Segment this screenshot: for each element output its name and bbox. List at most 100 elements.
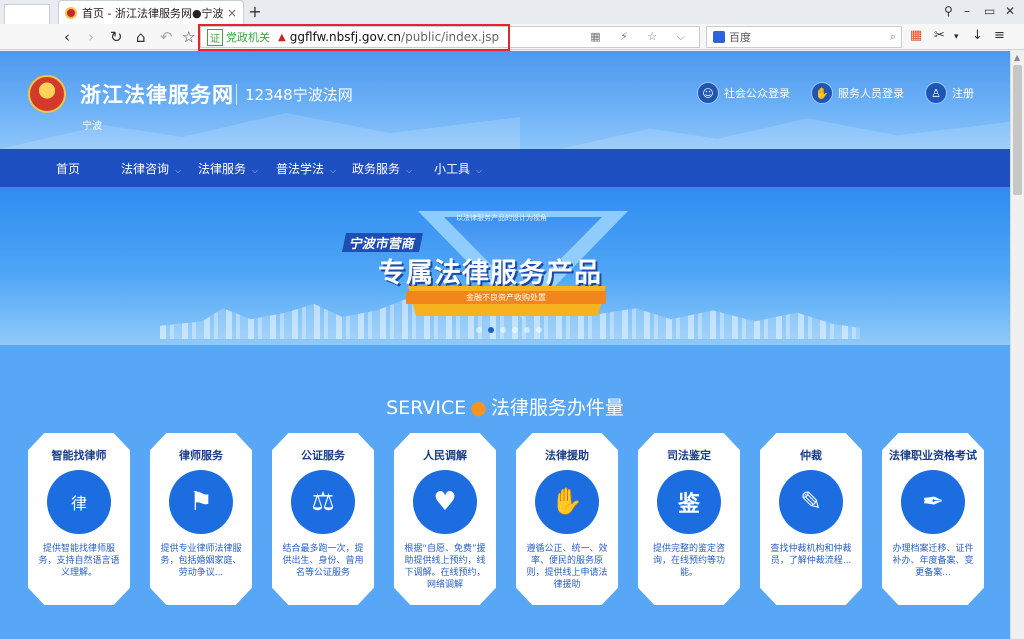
carousel-dot[interactable] <box>512 327 518 333</box>
back-button[interactable]: ‹ <box>64 28 70 46</box>
shirt-skin-icon[interactable]: ⚲ <box>944 4 953 18</box>
register-link[interactable]: ♙ 注册 <box>925 82 974 104</box>
site-title[interactable]: 浙江法律服务网 <box>80 79 234 109</box>
site-header: 浙江法律服务网 12348宁波法网 宁波 ☺ 社会公众登录 ✋ 服务人员登录 ♙… <box>0 51 1010 149</box>
card-description: 结合最多跑一次，提供出生、身份、曾用名等公证服务 <box>282 544 364 578</box>
baidu-paw-icon <box>713 31 725 43</box>
nav-label: 法律服务 <box>198 162 247 176</box>
forward-button[interactable]: › <box>88 28 94 46</box>
undo-close-button[interactable]: ↶ <box>160 28 173 46</box>
card-title: 法律援助 <box>545 449 589 462</box>
nav-item-legal-service[interactable]: 法律服务 ⌵ <box>198 160 258 177</box>
nav-label: 小工具 <box>434 162 471 176</box>
service-card-find-lawyer[interactable]: 智能找律师 律 提供智能找律师服务，支持自然语言语义理解。 <box>28 433 130 605</box>
browser-tab[interactable]: 首页 - 浙江法律服务网●宁波 × <box>58 0 244 24</box>
service-card-bar-exam[interactable]: 法律职业资格考试 ✒ 办理档案迁移、证件补办、年度备案、变更备案... <box>882 433 984 605</box>
service-card-lawyer-service[interactable]: 律师服务 ⚑ 提供专业律师法律服务，包括婚姻家庭、劳动争议... <box>150 433 252 605</box>
nav-item-gov-service[interactable]: 政务服务 ⌵ <box>352 160 412 177</box>
header-mountains <box>0 113 520 149</box>
carousel-dot[interactable] <box>476 327 482 333</box>
screenshot-scissors-icon[interactable]: ✂ <box>934 28 945 43</box>
hero-banner[interactable]: 以法律服务产品的设计为视角 宁波市营商 专属法律服务产品 金融不良资产收购处置 <box>0 187 1010 345</box>
service-card-legal-aid[interactable]: 法律援助 ✋ 遵循公正、统一、效率、便民的服务原则，提供线上申请法律援助 <box>516 433 618 605</box>
carousel-dot-active[interactable] <box>488 327 494 333</box>
carousel-dot[interactable] <box>500 327 506 333</box>
card-title: 司法鉴定 <box>667 449 711 462</box>
card-title: 智能找律师 <box>51 449 107 462</box>
fountain-pen-icon: ✒ <box>901 470 965 534</box>
carousel-dot[interactable] <box>524 327 530 333</box>
tab-strip: 首页 - 浙江法律服务网●宁波 × + ⚲ – ▭ ✕ <box>0 0 1024 48</box>
header-mountains <box>560 118 1010 149</box>
chevron-down-icon: ⌵ <box>175 166 182 175</box>
card-description: 办理档案迁移、证件补办、年度备案、变更备案... <box>892 544 974 578</box>
staff-login-label: 服务人员登录 <box>838 87 904 100</box>
public-login-label: 社会公众登录 <box>724 87 790 100</box>
site-favicon-icon <box>65 6 77 19</box>
scissors-dropdown-icon[interactable]: ▾ <box>954 32 959 42</box>
carousel-dot[interactable] <box>536 327 542 333</box>
service-card-judicial-appraisal[interactable]: 司法鉴定 鉴 提供完整的鉴定咨询，在线预约等功能。 <box>638 433 740 605</box>
card-description: 提供智能找律师服务，支持自然语言语义理解。 <box>38 544 120 578</box>
page-scrollbar[interactable]: ▲ <box>1010 51 1024 639</box>
scales-icon: ⚖ <box>291 470 355 534</box>
nav-label: 政务服务 <box>352 162 401 176</box>
nav-label: 首页 <box>56 162 81 176</box>
nav-item-legal-consult[interactable]: 法律咨询 ⌵ <box>121 160 181 177</box>
menu-icon[interactable]: ≡ <box>994 28 1005 43</box>
scrollbar-thumb[interactable] <box>1013 65 1022 195</box>
scroll-up-icon[interactable]: ▲ <box>1014 53 1020 62</box>
nav-label: 普法学法 <box>276 162 325 176</box>
download-icon[interactable]: ↓ <box>972 28 983 43</box>
title-dot-icon: ● <box>470 397 487 419</box>
address-tools-icons[interactable]: ▦ ⚡ ☆ ⌵ <box>590 30 693 44</box>
reload-button[interactable]: ↻ <box>110 28 123 46</box>
services-section-title: SERVICE ● 法律服务办件量 <box>0 393 1010 420</box>
banner-ribbon: 宁波市营商 <box>341 233 424 252</box>
lawyer-icon: 律 <box>47 470 111 534</box>
main-nav: 首页 法律咨询 ⌵ 法律服务 ⌵ 普法学法 ⌵ 政务服务 ⌵ 小工具 ⌵ <box>0 149 1010 187</box>
carousel-dots <box>476 327 542 333</box>
appraisal-icon: 鉴 <box>657 470 721 534</box>
register-user-icon: ♙ <box>925 82 947 104</box>
apps-grid-icon[interactable]: ▦ <box>910 28 922 43</box>
staff-login-link[interactable]: ✋ 服务人员登录 <box>811 82 904 104</box>
chevron-down-icon: ⌵ <box>406 166 413 175</box>
chevron-down-icon: ⌵ <box>252 166 259 175</box>
service-card-mediation[interactable]: 人民调解 ♥ 根据“自愿、免费”援助提供线上预约，线下调解。在线预约，网络调解 <box>394 433 496 605</box>
banner-subtext: 金融不良资产收购处置 <box>406 291 606 304</box>
web-page: 浙江法律服务网 12348宁波法网 宁波 ☺ 社会公众登录 ✋ 服务人员登录 ♙… <box>0 51 1010 639</box>
public-user-icon: ☺ <box>697 82 719 104</box>
national-emblem-logo[interactable] <box>28 75 66 113</box>
nav-item-home[interactable]: 首页 <box>56 160 80 177</box>
public-login-link[interactable]: ☺ 社会公众登录 <box>697 82 790 104</box>
services-title-en: SERVICE <box>386 397 467 419</box>
site-city: 宁波 <box>82 121 102 132</box>
search-box[interactable]: 百度 ⌕ <box>706 26 902 48</box>
maximize-button[interactable]: ▭ <box>984 4 995 18</box>
bookmark-star-icon[interactable]: ☆ <box>182 28 195 46</box>
card-title: 法律职业资格考试 <box>889 449 977 462</box>
nav-label: 法律咨询 <box>121 162 170 176</box>
card-title: 人民调解 <box>423 449 467 462</box>
site-subtitle: 12348宁波法网 <box>236 84 353 105</box>
card-description: 根据“自愿、免费”援助提供线上预约，线下调解。在线预约，网络调解 <box>404 544 486 590</box>
search-icon[interactable]: ⌕ <box>890 30 896 44</box>
search-engine-label: 百度 <box>729 31 751 44</box>
card-title: 律师服务 <box>179 449 223 462</box>
nav-item-tools[interactable]: 小工具 ⌵ <box>434 160 482 177</box>
close-tab-icon[interactable]: × <box>225 6 239 20</box>
minimize-button[interactable]: – <box>964 4 970 18</box>
service-card-notary[interactable]: 公证服务 ⚖ 结合最多跑一次，提供出生、身份、曾用名等公证服务 <box>272 433 374 605</box>
helping-hand-icon: ✋ <box>535 470 599 534</box>
close-window-button[interactable]: ✕ <box>1005 4 1015 18</box>
card-description: 遵循公正、统一、效率、便民的服务原则，提供线上申请法律援助 <box>526 544 608 590</box>
url-highlight-box <box>198 24 510 51</box>
home-button[interactable]: ⌂ <box>136 28 146 46</box>
nav-item-law-education[interactable]: 普法学法 ⌵ <box>276 160 336 177</box>
card-title: 公证服务 <box>301 449 345 462</box>
service-card-arbitration[interactable]: 仲裁 ✎ 查找仲裁机构和仲裁员，了解仲裁流程... <box>760 433 862 605</box>
tab-title: 首页 - 浙江法律服务网●宁波 <box>82 6 224 20</box>
new-tab-button[interactable]: + <box>246 2 264 21</box>
register-label: 注册 <box>952 87 974 100</box>
